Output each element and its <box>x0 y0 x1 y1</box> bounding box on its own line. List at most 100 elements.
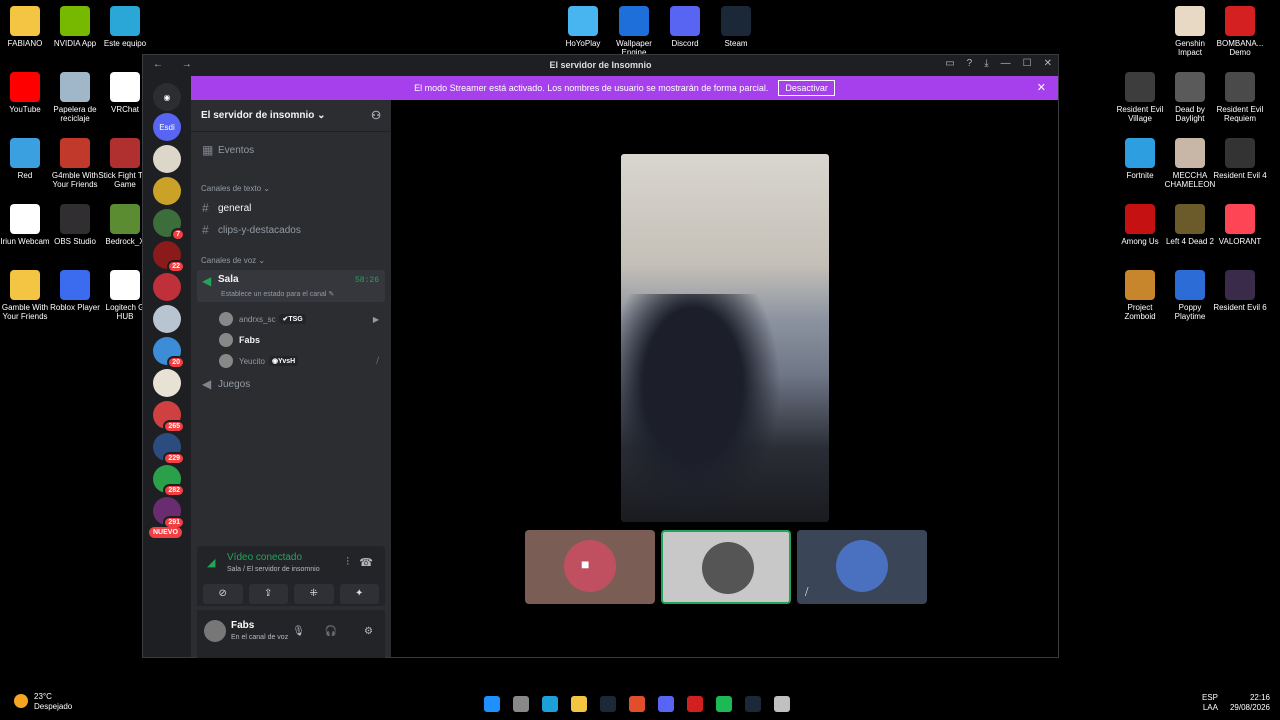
window-control-icon[interactable]: ☐ <box>1023 58 1032 69</box>
server-tag: ◉YvsH <box>268 356 299 366</box>
guild-icon[interactable]: 7 <box>153 209 185 241</box>
channel-status[interactable]: Establece un estado para el canal ✎ <box>221 290 334 298</box>
voice-action-button[interactable]: ⇪ <box>248 584 288 604</box>
voice-channel-juegos[interactable]: ◀ Juegos <box>197 374 385 394</box>
desktop-icon[interactable]: Iriun Webcam <box>0 204 52 246</box>
taskbar-app-icon[interactable] <box>484 696 500 712</box>
desktop-icon[interactable]: Wallpaper Engine <box>607 6 661 57</box>
avatar[interactable] <box>204 620 226 642</box>
desktop-icon[interactable]: Roblox Player <box>48 270 102 312</box>
desktop-icon[interactable]: Genshin Impact <box>1163 6 1217 57</box>
desktop-icon[interactable]: Gamble With Your Friends <box>0 270 52 321</box>
guild-icon[interactable]: 20 <box>153 337 185 369</box>
weather-widget[interactable]: 23°C Despejado <box>34 692 72 712</box>
guild-icon[interactable]: 22 <box>153 241 185 273</box>
desktop-icon[interactable]: VALORANT <box>1213 204 1267 246</box>
desktop-icon[interactable]: Left 4 Dead 2 <box>1163 204 1217 246</box>
desktop-icon[interactable]: YouTube <box>0 72 52 114</box>
participant-tile[interactable] <box>661 530 791 604</box>
voice-user[interactable]: Yeucito ◉YvsH ⧸ <box>219 352 385 370</box>
desktop-icon[interactable]: NVIDIA App <box>48 6 102 48</box>
desktop-icon[interactable]: Steam <box>709 6 763 48</box>
close-icon[interactable]: ✕ <box>1037 81 1046 94</box>
desktop-icon[interactable]: Dead by Daylight <box>1163 72 1217 123</box>
desktop-icon[interactable]: Resident Evil 6 <box>1213 270 1267 312</box>
window-control-icon[interactable]: ⤓ <box>984 58 988 69</box>
desktop-icon[interactable]: Among Us <box>1113 204 1167 246</box>
window-control-icon[interactable]: — <box>1001 58 1011 69</box>
desktop-icon[interactable]: Poppy Playtime <box>1163 270 1217 321</box>
window-control-icon[interactable]: ▭ <box>945 58 954 69</box>
desktop-icon[interactable]: Resident Evil Village <box>1113 72 1167 123</box>
signal-icon[interactable]: ◢ <box>207 556 215 569</box>
taskbar-app-icon[interactable] <box>687 696 703 712</box>
guild-icon[interactable] <box>153 177 181 205</box>
taskbar-app-icon[interactable] <box>716 696 732 712</box>
disconnect-icon[interactable]: ☎ <box>359 556 373 569</box>
window-control-icon[interactable]: ? <box>967 58 973 69</box>
voice-category[interactable]: Canales de voz ⌄ <box>201 256 265 265</box>
discord-home-icon[interactable]: ◉ <box>153 83 181 111</box>
microphone-icon[interactable]: 🎙 <box>292 626 305 637</box>
voice-action-button[interactable]: ⊘ <box>203 584 243 604</box>
desktop-icon-label: Resident Evil Village <box>1116 105 1164 123</box>
guild-icon[interactable]: 229 <box>153 433 185 465</box>
guild-icon[interactable] <box>153 145 181 173</box>
participant-tile[interactable]: ⧸ <box>797 530 927 604</box>
desktop-icon[interactable]: Resident Evil 4 <box>1213 138 1267 180</box>
guild-icon[interactable]: 282 <box>153 465 185 497</box>
channel-clips[interactable]: # clips-y-destacados <box>197 220 385 240</box>
nuevo-badge[interactable]: NUEVO <box>149 527 182 538</box>
desktop-icon[interactable]: Project Zomboid <box>1113 270 1167 321</box>
desktop-icon[interactable]: Este equipo <box>98 6 152 48</box>
desktop-icon[interactable]: OBS Studio <box>48 204 102 246</box>
taskbar-app-icon[interactable] <box>542 696 558 712</box>
desktop-icon[interactable]: Red <box>0 138 52 180</box>
guild-icon[interactable]: 291 <box>153 497 185 529</box>
taskbar-app-icon[interactable] <box>658 696 674 712</box>
taskbar-app-icon[interactable] <box>600 696 616 712</box>
desktop-icon[interactable]: MECCHA CHAMELEON <box>1163 138 1217 189</box>
server-header[interactable]: El servidor de insomnio ⌄ ⚇ <box>191 100 391 132</box>
voice-action-button[interactable]: ⁜ <box>294 584 334 604</box>
desktop-icon-label: Left 4 Dead 2 <box>1165 237 1215 246</box>
language-indicator[interactable]: ESP LAA <box>1202 693 1218 713</box>
desktop-icon[interactable]: Discord <box>658 6 712 48</box>
noise-suppression-icon[interactable]: ⫶ <box>346 556 349 569</box>
channel-general[interactable]: # general <box>197 198 385 218</box>
desktop-icon[interactable]: G4mble With Your Friends <box>48 138 102 189</box>
window-control-icon[interactable]: ✕ <box>1044 58 1052 69</box>
voice-user[interactable]: Fabs <box>219 331 385 349</box>
desktop-icon[interactable]: BOMBANA... Demo <box>1213 6 1267 57</box>
participant-tile[interactable]: ■ <box>525 530 655 604</box>
app-icon <box>1225 270 1255 300</box>
invite-icon[interactable]: ⚇ <box>371 109 381 122</box>
guild-selected[interactable]: Esdi <box>153 113 181 141</box>
taskbar-app-icon[interactable] <box>745 696 761 712</box>
weather-icon[interactable] <box>14 694 28 708</box>
taskbar-app-icon[interactable] <box>513 696 529 712</box>
main-video[interactable] <box>621 154 829 522</box>
deactivate-button[interactable]: Desactivar <box>778 80 835 96</box>
voice-action-button[interactable]: ✦ <box>339 584 379 604</box>
desktop-icon[interactable]: Papelera de reciclaje <box>48 72 102 123</box>
desktop-icon[interactable]: HoYoPlay <box>556 6 610 48</box>
voice-user[interactable]: andrxs_sc ✔TSG ▶ <box>219 310 385 328</box>
events-item[interactable]: ▦ Eventos <box>197 140 385 160</box>
desktop-icon[interactable]: Fortnite <box>1113 138 1167 180</box>
guild-icon[interactable] <box>153 273 181 301</box>
taskbar-app-icon[interactable] <box>774 696 790 712</box>
clock[interactable]: 22:16 29/08/2026 <box>1230 693 1270 713</box>
text-category[interactable]: Canales de texto ⌄ <box>201 184 270 193</box>
guild-icon[interactable]: 265 <box>153 401 185 433</box>
guild-icon[interactable] <box>153 305 181 333</box>
taskbar-app-icon[interactable] <box>571 696 587 712</box>
voice-location[interactable]: Sala / El servidor de insomnio <box>227 566 320 573</box>
voice-channel-sala[interactable]: ◀ Sala 58:26 Establece un estado para el… <box>197 270 385 302</box>
headset-icon[interactable]: 🎧 <box>325 626 337 637</box>
gear-icon[interactable]: ⚙ <box>364 626 373 637</box>
desktop-icon[interactable]: Resident Evil Requiem <box>1213 72 1267 123</box>
guild-icon[interactable] <box>153 369 181 397</box>
taskbar-app-icon[interactable] <box>629 696 645 712</box>
desktop-icon[interactable]: FABIANO <box>0 6 52 48</box>
